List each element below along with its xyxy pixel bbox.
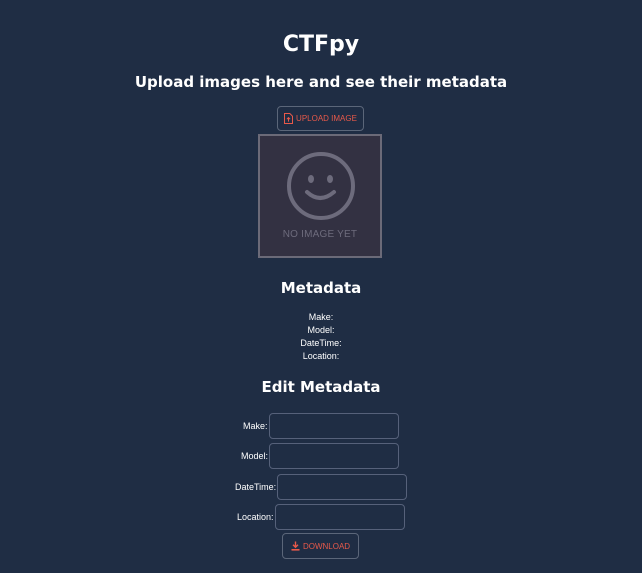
model-field-row: Model: <box>241 443 400 469</box>
file-upload-icon <box>284 113 294 124</box>
make-field-row: Make: <box>243 413 399 439</box>
model-label: Model: <box>241 451 269 461</box>
upload-image-label: UPLOAD IMAGE <box>296 114 357 123</box>
datetime-label: DateTime: <box>235 482 277 492</box>
metadata-title: Metadata <box>280 279 362 297</box>
download-label: DOWNLOAD <box>302 541 351 551</box>
model-input[interactable] <box>269 443 400 469</box>
datetime-input[interactable] <box>277 474 408 500</box>
page-title: CTFpy <box>282 32 360 57</box>
make-label: Make: <box>243 421 268 431</box>
datetime-field-row: DateTime: <box>235 474 408 500</box>
location-input[interactable] <box>274 504 405 530</box>
image-preview: NO IMAGE YET <box>258 134 382 258</box>
metadata-item-datetime: DateTime: <box>300 338 342 348</box>
edit-metadata-title: Edit Metadata <box>261 378 381 396</box>
location-label: Location: <box>237 512 274 522</box>
metadata-item-model: Model: <box>307 325 335 335</box>
metadata-list: Make: Model: DateTime: Location: <box>0 311 642 363</box>
app-page: CTFpy Upload images here and see their m… <box>0 0 642 573</box>
metadata-item-make: Make: <box>308 312 334 322</box>
make-input[interactable] <box>268 413 399 439</box>
download-button[interactable]: DOWNLOAD <box>282 533 359 559</box>
no-image-placeholder: NO IMAGE YET <box>282 229 358 240</box>
page-subtitle: Upload images here and see their metadat… <box>134 73 508 91</box>
upload-image-button[interactable]: UPLOAD IMAGE <box>277 106 364 131</box>
location-field-row: Location: <box>237 504 405 530</box>
download-icon <box>291 541 300 551</box>
metadata-item-location: Location: <box>302 351 340 361</box>
